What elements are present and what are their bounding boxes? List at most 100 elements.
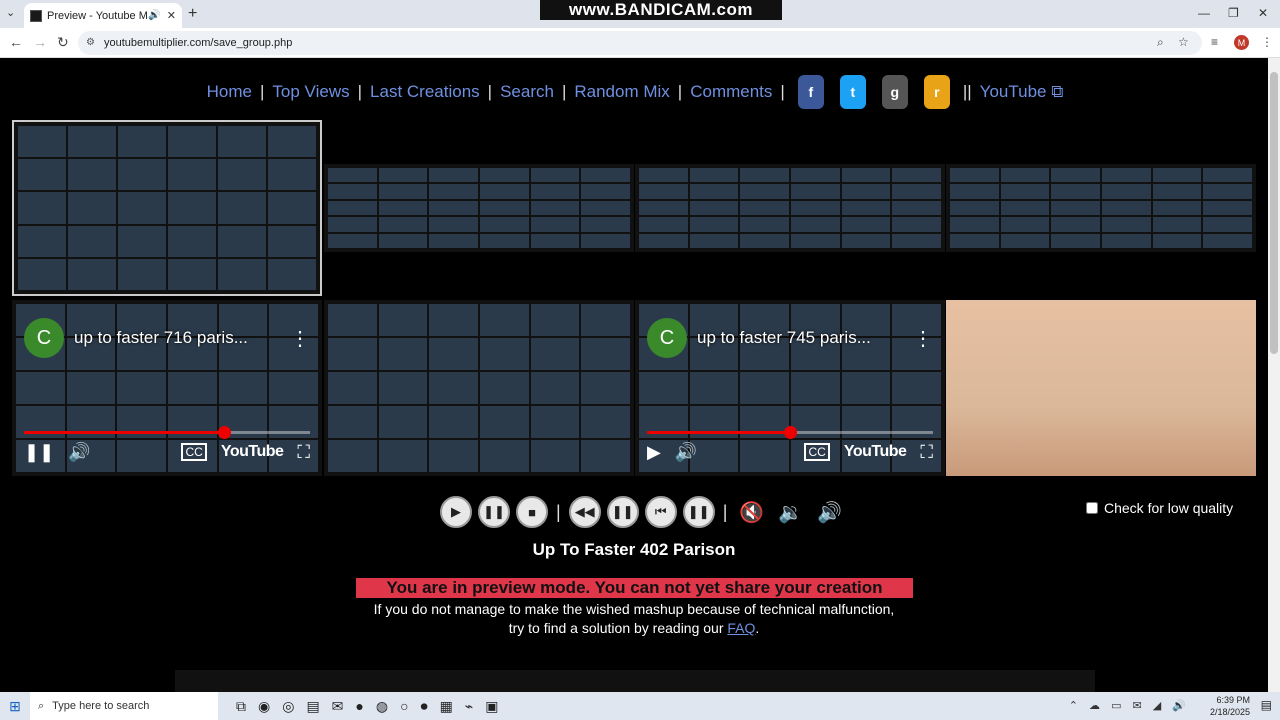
firefox-icon[interactable]: ● xyxy=(355,698,363,715)
more-options-icon[interactable]: ⋮ xyxy=(913,326,933,351)
google-icon[interactable]: g xyxy=(881,75,908,109)
edge-icon[interactable]: ◎ xyxy=(282,698,294,715)
restore-icon[interactable]: ❐ xyxy=(1228,6,1239,20)
channel-avatar[interactable]: C xyxy=(24,318,64,358)
pause-sync-button[interactable]: ❚❚ xyxy=(606,496,639,528)
fullscreen-icon[interactable]: ⛶ xyxy=(297,442,310,463)
app-icon-4[interactable]: ▣ xyxy=(485,698,498,715)
youtube-player-1[interactable]: C up to faster 716 paris... ⋮ ❚❚ 🔊 CC Yo… xyxy=(12,300,322,476)
fullscreen-icon[interactable]: ⛶ xyxy=(920,442,933,463)
mute-icon[interactable]: 🔇 xyxy=(739,500,764,525)
bandicam-icon[interactable]: ⏺ xyxy=(421,698,428,715)
youtube-player-2[interactable]: C up to faster 745 paris... ⋮ ▶ 🔊 CC You… xyxy=(635,300,945,476)
tab-audio-icon[interactable]: 🔊 xyxy=(148,10,160,21)
video-frame[interactable] xyxy=(324,164,634,252)
file-explorer-icon[interactable]: ▤ xyxy=(306,698,319,715)
rewind-button[interactable]: ◀◀ xyxy=(568,496,601,528)
nav-top-views[interactable]: Top Views xyxy=(272,82,349,102)
volume-icon[interactable]: 🔊 xyxy=(675,442,697,463)
previous-button[interactable]: ⏮ xyxy=(644,496,677,528)
new-tab-button[interactable]: + xyxy=(188,5,197,23)
page-scrollbar[interactable] xyxy=(1268,58,1280,692)
nav-search[interactable]: Search xyxy=(500,82,554,102)
volume-icon[interactable]: 🔊 xyxy=(68,442,90,463)
video-frame[interactable] xyxy=(324,300,634,476)
start-menu-icon[interactable]: ⊞ xyxy=(0,698,30,715)
rss-icon[interactable]: r xyxy=(923,75,950,109)
system-tray-icons[interactable]: ⌃ ☁ ▭ ✉ ◢ 🔊 xyxy=(1069,699,1190,712)
channel-avatar[interactable]: C xyxy=(647,318,687,358)
outlook-icon[interactable]: ✉ xyxy=(332,698,344,715)
captions-icon[interactable]: CC xyxy=(804,443,830,461)
zoom-icon[interactable]: ⌕ xyxy=(1157,35,1164,50)
progress-bar[interactable] xyxy=(647,426,933,439)
nav-home[interactable]: Home xyxy=(207,82,252,102)
minimize-icon[interactable]: — xyxy=(1198,6,1210,20)
preview-mode-banner: You are in preview mode. You can not yet… xyxy=(356,578,913,598)
video-title[interactable]: up to faster 716 paris... xyxy=(74,328,280,348)
twitter-icon[interactable]: t xyxy=(839,75,866,109)
site-info-icon[interactable]: ⚙ xyxy=(86,37,95,48)
video-frame[interactable] xyxy=(12,120,322,296)
video-grid: C up to faster 716 paris... ⋮ ❚❚ 🔊 CC Yo… xyxy=(12,120,1256,478)
low-quality-option[interactable]: Check for low quality xyxy=(1086,500,1233,516)
site-navigation: Home | Top Views | Last Creations | Search |… xyxy=(175,64,1095,120)
copilot-icon[interactable]: ◉ xyxy=(258,698,270,715)
app-icon-3[interactable]: ⌁ xyxy=(465,698,473,715)
low-quality-checkbox[interactable] xyxy=(1086,502,1098,514)
notifications-icon[interactable]: ▤ xyxy=(1261,698,1272,712)
video-title[interactable]: up to faster 745 paris... xyxy=(697,328,903,348)
tab-favicon-icon xyxy=(30,9,42,22)
scroll-thumb[interactable] xyxy=(1270,72,1278,354)
video-frame[interactable] xyxy=(946,300,1256,476)
browser-tab[interactable]: Preview - Youtube Multiplie 🔊 ✕ xyxy=(24,3,182,28)
nav-youtube-label: YouTube xyxy=(979,82,1047,101)
bookmark-star-icon[interactable]: ☆ xyxy=(1178,35,1189,49)
stop-all-button[interactable]: ■ xyxy=(516,496,548,528)
progress-bar[interactable] xyxy=(24,426,310,439)
play-icon[interactable]: ▶ xyxy=(647,442,661,463)
video-frame[interactable] xyxy=(946,164,1256,252)
nav-last-creations[interactable]: Last Creations xyxy=(370,82,480,102)
info-line-2: try to find a solution by reading our FA… xyxy=(0,620,1268,636)
nav-youtube[interactable]: YouTube ⧉ xyxy=(980,82,1064,102)
tab-list-chevron-icon[interactable]: ⌄ xyxy=(6,6,15,19)
unmute-icon[interactable]: 🔊 xyxy=(817,500,842,525)
video-frame[interactable] xyxy=(635,164,945,252)
taskbar-search-placeholder: Type here to search xyxy=(52,700,150,712)
captions-icon[interactable]: CC xyxy=(181,443,207,461)
play-all-button[interactable]: ▶ xyxy=(440,496,472,528)
tab-close-icon[interactable]: ✕ xyxy=(167,9,176,22)
reload-icon[interactable]: ↻ xyxy=(57,34,69,51)
external-link-icon: ⧉ xyxy=(1051,82,1064,101)
nav-comments[interactable]: Comments xyxy=(690,82,772,102)
page-footer-strip xyxy=(175,670,1095,692)
chrome-icon[interactable]: ◍ xyxy=(376,698,388,715)
task-view-icon[interactable]: ⧉ xyxy=(236,698,246,715)
profile-avatar[interactable]: M xyxy=(1234,35,1249,50)
close-window-icon[interactable]: ✕ xyxy=(1258,6,1268,20)
tab-title: Preview - Youtube Multiplie xyxy=(47,9,148,22)
nav-random-mix[interactable]: Random Mix xyxy=(574,82,669,102)
back-icon[interactable]: ← xyxy=(9,34,23,50)
pause-icon[interactable]: ❚❚ xyxy=(24,442,54,463)
faq-link[interactable]: FAQ xyxy=(727,620,755,636)
forward-icon[interactable]: → xyxy=(33,34,47,50)
clock[interactable]: 6:39 PM 2/18/2025 xyxy=(1210,694,1250,718)
page-content: Home | Top Views | Last Creations | Search |… xyxy=(0,58,1268,692)
youtube-logo[interactable]: YouTube xyxy=(844,443,907,461)
app-icon-2[interactable]: ▦ xyxy=(440,698,453,715)
url-field[interactable]: ⚙ youtubemultiplier.com/save_group.php xyxy=(78,31,1202,55)
address-bar-row: ← → ↻ ⚙ youtubemultiplier.com/save_group… xyxy=(0,28,1280,58)
group-controls: ▶ ❚❚ ■ | ◀◀ ❚❚ ⏮ ❚❚ | 🔇 🔉 🔊 xyxy=(440,496,846,528)
extensions-icon[interactable]: ≡ xyxy=(1211,35,1218,49)
pause-alt-button[interactable]: ❚❚ xyxy=(682,496,715,528)
menu-icon[interactable]: ⋮ xyxy=(1261,35,1273,49)
app-icon[interactable]: ○ xyxy=(400,698,408,715)
youtube-logo[interactable]: YouTube xyxy=(221,443,284,461)
facebook-icon[interactable]: f xyxy=(797,75,824,109)
volume-reset-icon[interactable]: 🔉 xyxy=(778,500,803,525)
pause-all-button[interactable]: ❚❚ xyxy=(478,496,510,528)
more-options-icon[interactable]: ⋮ xyxy=(290,326,310,351)
taskbar-search[interactable]: ⌕ Type here to search xyxy=(30,692,218,720)
